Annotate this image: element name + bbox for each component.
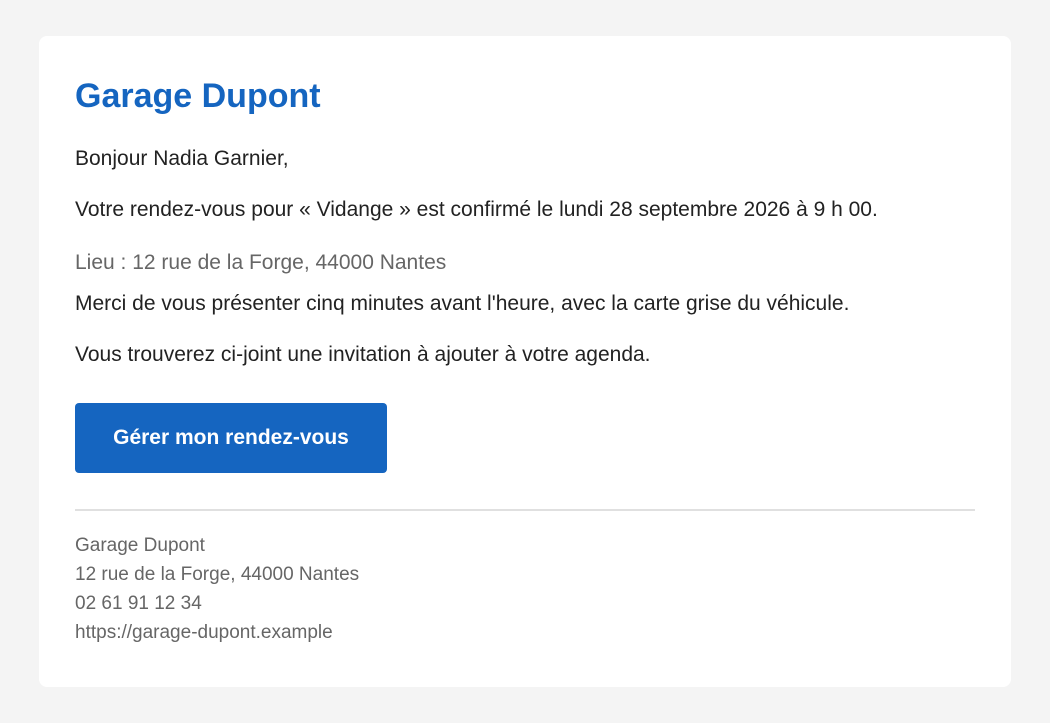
attachment-note-text: Vous trouverez ci-joint une invitation à… xyxy=(75,343,651,366)
footer-website-link[interactable]: https://garage-dupont.example xyxy=(75,622,333,643)
instructions-text: Merci de vous présenter cinq minutes ava… xyxy=(75,292,850,315)
footer-name: Garage Dupont xyxy=(75,535,205,556)
email-card: Garage Dupont Bonjour Nadia Garnier, Vot… xyxy=(39,36,1011,687)
manage-appointment-button[interactable]: Gérer mon rendez-vous xyxy=(75,403,387,473)
greeting-text: Bonjour Nadia Garnier, xyxy=(75,147,289,170)
footer-phone: 02 61 91 12 34 xyxy=(75,593,202,614)
confirmation-text: Votre rendez-vous pour « Vidange » est c… xyxy=(75,198,878,221)
footer: Garage Dupont 12 rue de la Forge, 44000 … xyxy=(75,531,975,647)
footer-divider xyxy=(75,509,975,511)
footer-address: 12 rue de la Forge, 44000 Nantes xyxy=(75,564,360,585)
location-text: Lieu : 12 rue de la Forge, 44000 Nantes xyxy=(75,251,447,274)
brand-title: Garage Dupont xyxy=(75,77,321,115)
